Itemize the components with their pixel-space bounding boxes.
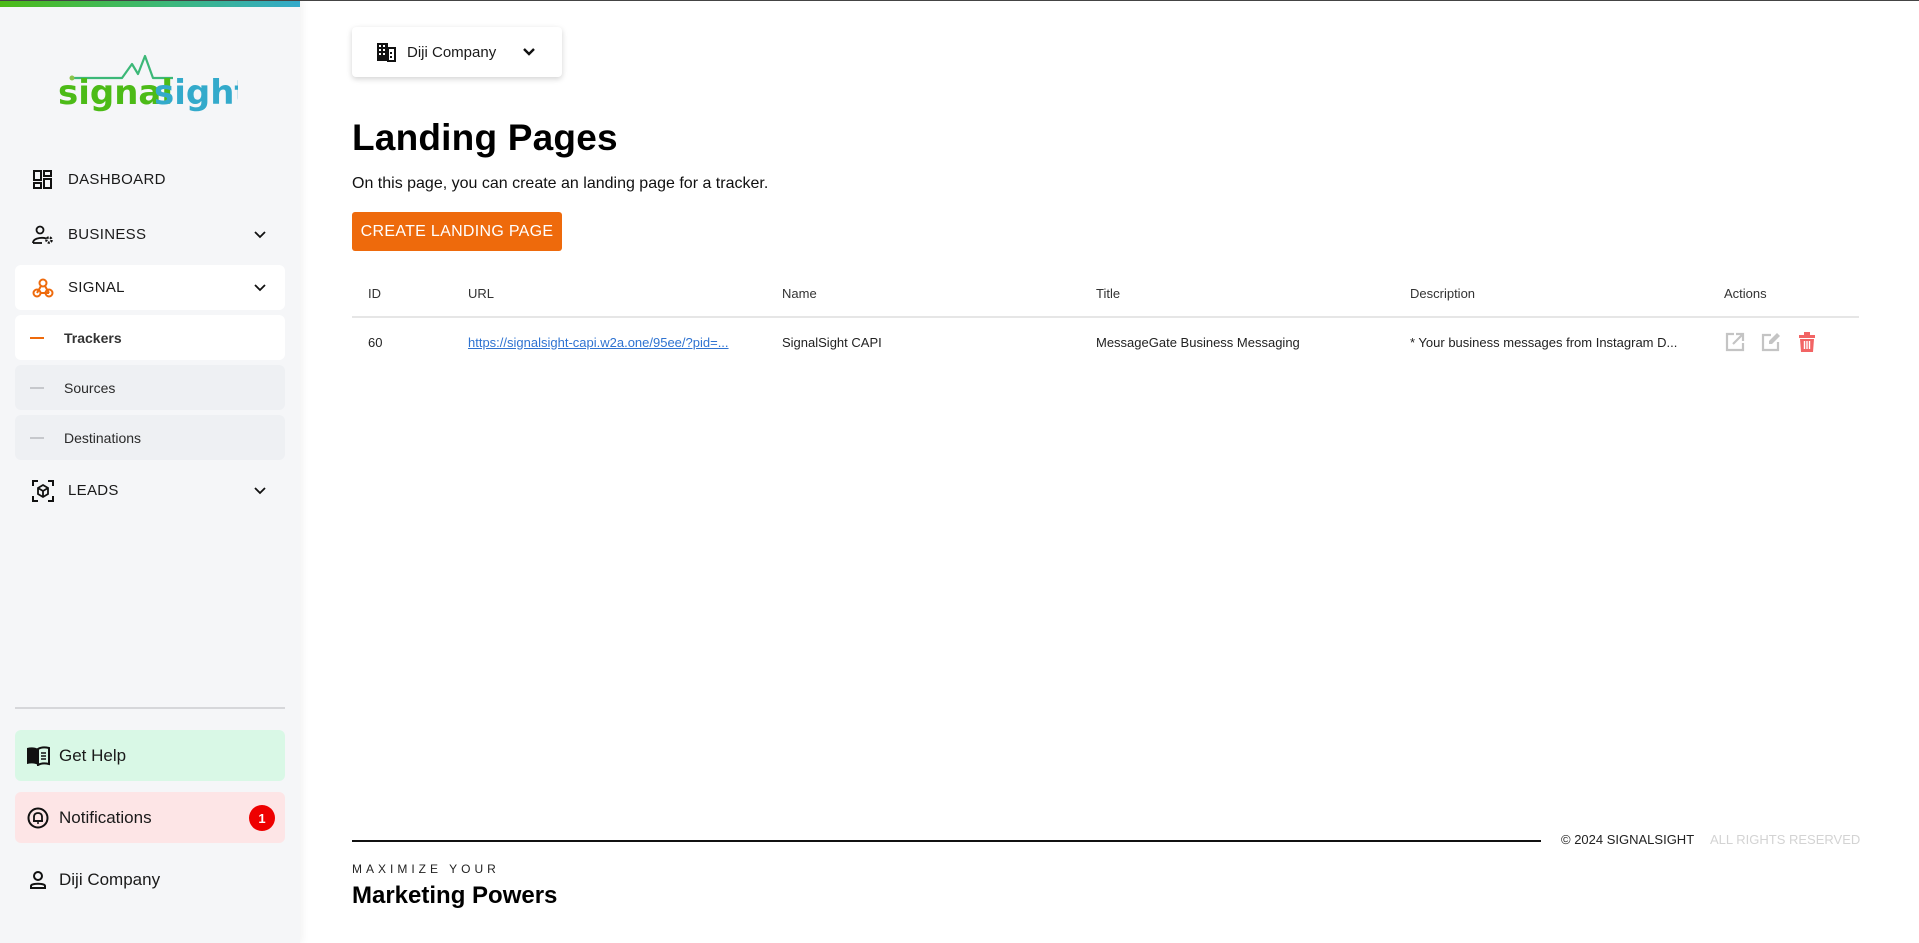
sidebar-item-business[interactable]: BUSINESS (15, 212, 285, 257)
sidebar-subitem-label: Sources (64, 379, 116, 396)
landing-pages-table: ID URL Name Title Description Actions 60… (352, 270, 1859, 366)
company-selector-dropdown[interactable]: Diji Company (352, 27, 562, 77)
cell-id: 60 (368, 334, 383, 350)
brand-gradient-bar (0, 0, 300, 7)
sidebar-subitem-destinations[interactable]: Destinations (15, 415, 285, 460)
delete-icon[interactable] (1796, 331, 1818, 353)
webhook-icon (32, 277, 54, 299)
building-icon (377, 43, 396, 62)
cube-scan-icon (32, 479, 54, 502)
sidebar-subitem-trackers[interactable]: Trackers (15, 315, 285, 360)
notification-count-badge: 1 (249, 805, 275, 831)
landing-page-url-link[interactable]: https://signalsight-capi.w2a.one/95ee/?p… (468, 335, 729, 350)
sidebar-item-leads[interactable]: LEADS (15, 468, 285, 513)
user-gear-icon (32, 224, 54, 246)
cell-actions (1724, 318, 1854, 366)
cell-title: MessageGate Business Messaging (1096, 334, 1300, 350)
footer-tagline-big: Marketing Powers (352, 882, 558, 909)
footer-rights: ALL RIGHTS RESERVED (1710, 832, 1861, 847)
column-header-id[interactable]: ID (368, 270, 448, 316)
sidebar: signal sight DASHBOARD BUSINESS SIGNAL T… (0, 0, 300, 943)
sidebar-item-signal[interactable]: SIGNAL (15, 265, 285, 310)
page-title: Landing Pages (352, 117, 618, 158)
notifications-button[interactable]: Notifications 1 (15, 792, 285, 843)
sidebar-item-label: LEADS (68, 482, 119, 499)
chevron-down-icon (254, 231, 266, 239)
column-header-actions: Actions (1724, 285, 1767, 301)
column-header-title[interactable]: Title (1096, 270, 1396, 316)
window-top-border (0, 0, 1919, 1)
active-indicator (30, 336, 44, 339)
sidebar-subitem-sources[interactable]: Sources (15, 365, 285, 410)
cell-name: SignalSight CAPI (782, 334, 882, 350)
chevron-down-icon (254, 487, 266, 495)
user-profile-button[interactable]: Diji Company (15, 854, 285, 905)
company-selector-value: Diji Company (407, 43, 497, 61)
edit-icon[interactable] (1760, 331, 1782, 353)
column-header-url[interactable]: URL (468, 270, 768, 316)
sidebar-subitem-label: Destinations (64, 429, 142, 446)
column-header-name[interactable]: Name (782, 270, 1082, 316)
dash-indicator (30, 386, 44, 389)
open-external-icon[interactable] (1724, 331, 1746, 353)
footer-tagline-small: MAXIMIZE YOUR (352, 862, 500, 876)
user-icon (25, 867, 51, 893)
dash-indicator (30, 436, 44, 439)
logo-text-sight: sight (154, 73, 238, 113)
cell-description: * Your business messages from Instagram … (1410, 334, 1678, 350)
sidebar-item-label: DASHBOARD (68, 171, 166, 188)
page-description: On this page, you can create an landing … (352, 175, 769, 192)
sidebar-subitem-label: Trackers (64, 329, 122, 346)
create-landing-page-button[interactable]: CREATE LANDING PAGE (352, 212, 562, 251)
sidebar-item-label: SIGNAL (68, 279, 125, 296)
table-row: 60 https://signalsight-capi.w2a.one/95ee… (352, 318, 1859, 366)
footer-copyright: © 2024 SIGNALSIGHT (1561, 832, 1695, 847)
footer-divider (352, 840, 1541, 842)
notifications-label: Notifications (59, 807, 152, 827)
get-help-button[interactable]: Get Help (15, 730, 285, 781)
table-header: ID URL Name Title Description Actions (352, 270, 1859, 318)
sidebar-item-dashboard[interactable]: DASHBOARD (15, 157, 285, 202)
sidebar-item-label: BUSINESS (68, 226, 147, 243)
chevron-down-icon (523, 48, 535, 56)
sidebar-divider (15, 707, 285, 709)
dashboard-icon (32, 169, 54, 191)
get-help-label: Get Help (59, 745, 127, 765)
cell-url: https://signalsight-capi.w2a.one/95ee/?p… (468, 318, 768, 366)
book-icon (25, 743, 51, 769)
column-header-description[interactable]: Description (1410, 270, 1710, 316)
signalsight-logo[interactable]: signal sight (58, 52, 238, 114)
bell-icon (25, 805, 51, 831)
user-name-label: Diji Company (59, 869, 161, 889)
chevron-down-icon (254, 284, 266, 292)
